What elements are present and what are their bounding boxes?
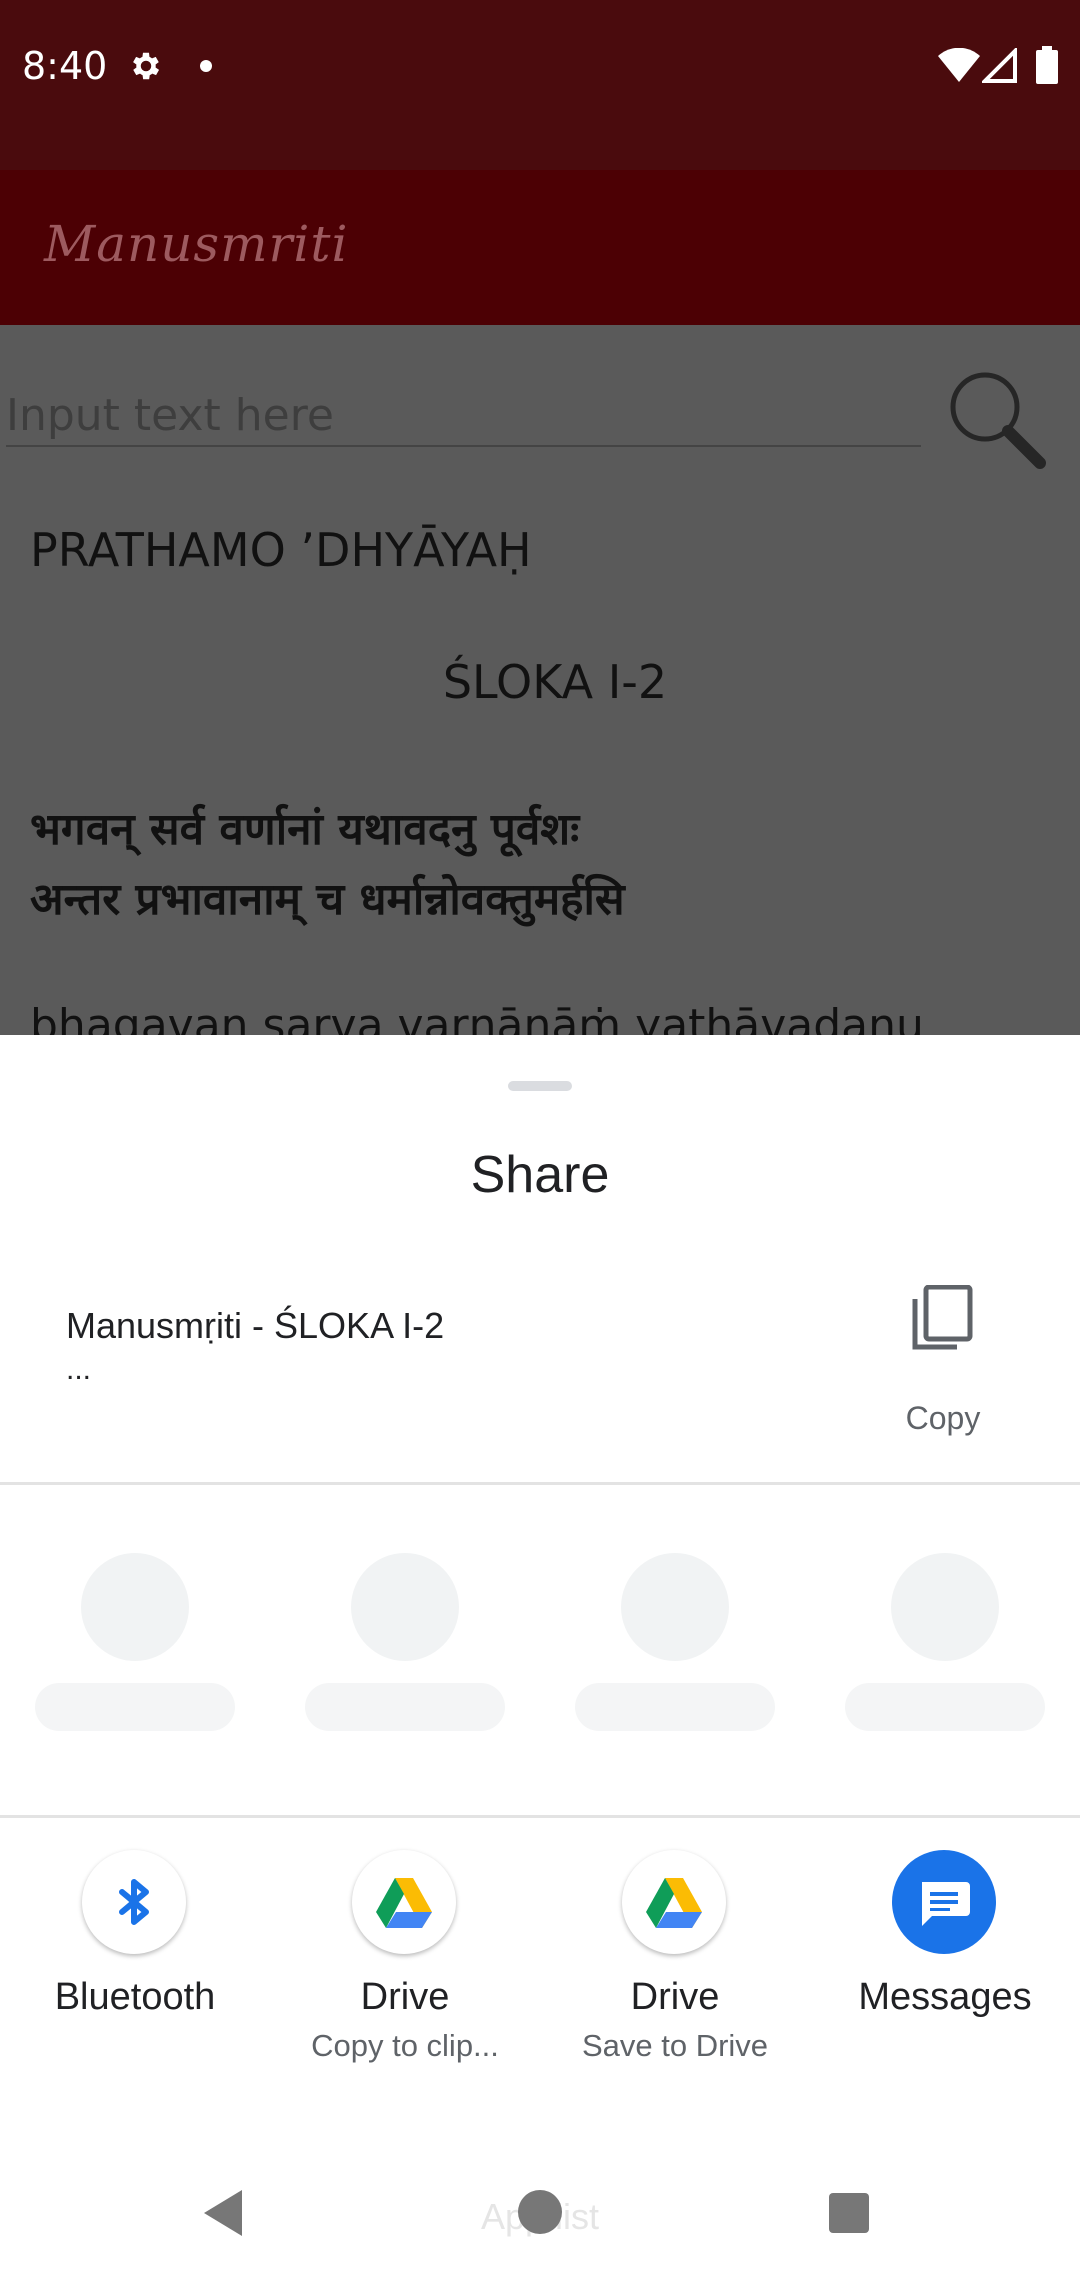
target-sublabel: Save to Drive <box>581 2028 769 2063</box>
share-target-messages[interactable]: Messages <box>810 1850 1080 2130</box>
placeholder-label <box>845 1683 1045 1731</box>
target-label: Drive <box>360 1976 450 2018</box>
direct-share-placeholder <box>305 1553 505 1753</box>
copy-button[interactable]: Copy <box>880 1284 1006 1445</box>
target-sublabel: Copy to clip... <box>311 2028 499 2063</box>
placeholder-avatar <box>621 1553 729 1661</box>
google-drive-icon <box>352 1850 456 1954</box>
battery-icon <box>1036 46 1058 89</box>
status-bar: 8:40 <box>0 0 1080 170</box>
placeholder-label <box>35 1683 235 1731</box>
sanskrit-line-1: भगवन् सर्व वर्णानां यथावदनु पूर्वशः <box>30 804 580 855</box>
app-title: Manusmriti <box>44 215 349 273</box>
placeholder-label <box>575 1683 775 1731</box>
sanskrit-line-2: अन्तर प्रभावानाम् च धर्मान्नोवक्तुमर्हसि <box>30 874 625 925</box>
direct-share-placeholder <box>35 1553 235 1753</box>
share-preview-text: ... <box>66 1353 92 1386</box>
messages-icon <box>892 1850 996 1954</box>
share-target-bluetooth[interactable]: Bluetooth <box>0 1850 270 2130</box>
navigation-bar: App list <box>0 2150 1080 2280</box>
home-icon[interactable] <box>518 2190 562 2234</box>
copy-icon <box>910 1284 974 1356</box>
signal-icon <box>980 46 1018 89</box>
status-time: 8:40 <box>22 44 108 88</box>
gear-icon <box>128 48 164 89</box>
target-label: Drive <box>630 1976 720 2018</box>
share-target-drive-save[interactable]: Drive Save to Drive <box>540 1850 810 2130</box>
share-preview-title: Manusmṛiti - ŚLOKA I-2 <box>66 1305 445 1346</box>
google-drive-icon <box>622 1850 726 1954</box>
app-content: PRATHAMO ʼDHYĀYAḤ ŚLOKA I-2 भगवन् सर्व व… <box>0 325 1080 1035</box>
recents-icon[interactable] <box>829 2193 869 2233</box>
direct-share-placeholder <box>575 1553 775 1753</box>
sanskrit-verse: भगवन् सर्व वर्णानां यथावदनु पूर्वशः अन्त… <box>30 795 625 935</box>
placeholder-label <box>305 1683 505 1731</box>
bluetooth-icon <box>82 1850 186 1954</box>
copy-label: Copy <box>905 1400 981 1436</box>
sloka-title: ŚLOKA I-2 <box>442 655 668 709</box>
placeholder-avatar <box>891 1553 999 1661</box>
chapter-title: PRATHAMO ʼDHYĀYAḤ <box>30 523 532 577</box>
search-icon[interactable] <box>940 365 1050 480</box>
notification-dot-icon <box>200 60 212 72</box>
transliteration: bhagavan sarva varṇānāṁ yathāvadanu <box>30 1000 924 1035</box>
back-icon[interactable] <box>204 2190 244 2241</box>
drag-handle[interactable] <box>508 1081 572 1091</box>
target-label: Messages <box>858 1976 1032 2018</box>
wifi-icon <box>938 47 980 87</box>
share-target-drive-copy[interactable]: Drive Copy to clip... <box>270 1850 540 2130</box>
search-input[interactable] <box>6 385 921 447</box>
divider <box>0 1482 1080 1485</box>
target-label: Bluetooth <box>54 1976 216 2018</box>
divider <box>0 1815 1080 1818</box>
placeholder-avatar <box>351 1553 459 1661</box>
app-bar: Manusmriti <box>0 170 1080 325</box>
placeholder-avatar <box>81 1553 189 1661</box>
share-title: Share <box>470 1146 610 1204</box>
direct-share-placeholder <box>845 1553 1045 1753</box>
